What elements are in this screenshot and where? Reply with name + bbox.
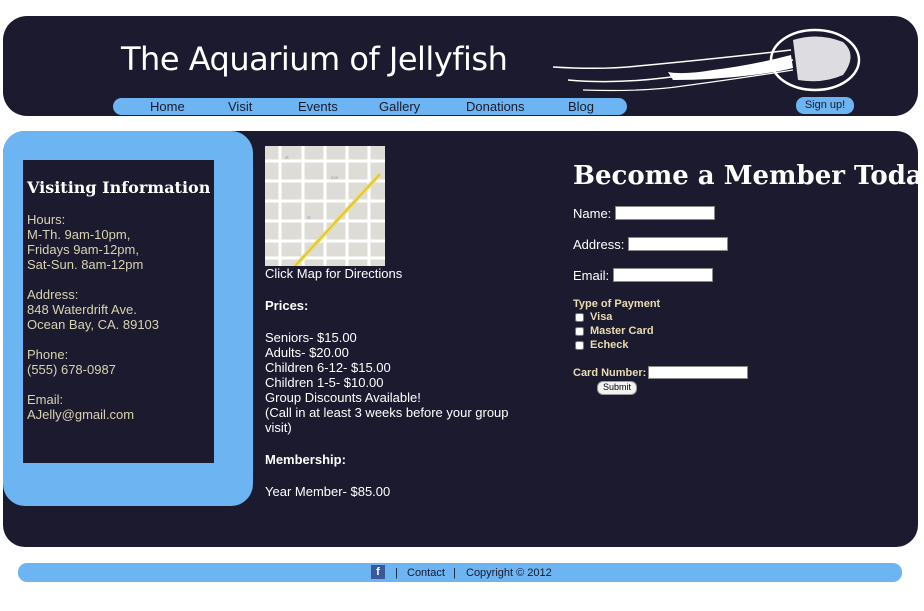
site-title: The Aquarium of Jellyfish — [121, 40, 508, 78]
nav-gallery[interactable]: Gallery — [379, 99, 420, 114]
nav-events[interactable]: Events — [298, 99, 338, 114]
mastercard-label: Master Card — [590, 325, 654, 337]
main-content: Visiting Information Hours: M-Th. 9am-10… — [3, 131, 924, 547]
phone-number: (555) 678-0987 — [27, 362, 116, 377]
visa-label: Visa — [590, 311, 613, 323]
card-number-label: Card Number: — [573, 366, 647, 379]
form-title: Become a Member Today! — [573, 161, 924, 191]
directions-map[interactable]: st ave st — [265, 146, 385, 266]
price-adults: Adults- $20.00 — [265, 345, 349, 360]
hours-weekend: Sat-Sun. 8am-12pm — [27, 257, 144, 272]
address-label: Address: — [27, 287, 79, 302]
copyright-text: Copyright © 2012 — [466, 567, 552, 579]
jellyfish-logo-icon — [552, 28, 861, 92]
nav-donations[interactable]: Donations — [466, 99, 525, 114]
prices-heading: Prices: — [265, 298, 309, 313]
membership-price: Year Member- $85.00 — [265, 484, 391, 499]
hours-friday: Fridays 9am-12pm, — [27, 242, 139, 257]
price-children-1-5: Children 1-5- $10.00 — [265, 375, 384, 390]
contact-link[interactable]: Contact — [407, 567, 445, 579]
echeck-checkbox[interactable] — [575, 340, 584, 350]
address-block: Address: 848 Waterdrift Ave. Ocean Bay, … — [27, 287, 212, 332]
nav-home[interactable]: Home — [150, 99, 185, 114]
address-field[interactable] — [628, 237, 729, 251]
site-footer: f | Contact | Copyright © 2012 — [18, 563, 902, 582]
hours-label: Hours: — [27, 212, 66, 227]
name-label: Name: — [573, 205, 612, 221]
map-caption[interactable]: Click Map for Directions — [265, 266, 535, 281]
submit-button[interactable]: Submit — [597, 381, 637, 395]
email-label: Email: — [27, 392, 64, 407]
payment-option-echeck: Echeck — [573, 338, 913, 352]
email-address: AJelly@gmail.com — [27, 407, 135, 422]
svg-text:st: st — [285, 155, 289, 160]
footer-separator: | — [395, 567, 398, 579]
prices-list: Seniors- $15.00 Adults- $20.00 Children … — [265, 330, 535, 435]
email-block: Email: AJelly@gmail.com — [27, 392, 212, 422]
address-row: Address: — [573, 236, 913, 252]
card-number-field[interactable] — [648, 366, 749, 379]
visa-checkbox[interactable] — [575, 312, 584, 322]
payment-heading: Type of Payment — [573, 298, 661, 310]
signup-button[interactable]: Sign up! — [796, 97, 854, 114]
hours-weekday: M-Th. 9am-10pm, — [27, 227, 131, 242]
prices-column: st ave st Click Map for Directions Prices:… — [265, 146, 535, 516]
facebook-icon[interactable]: f — [371, 565, 385, 579]
nav-blog[interactable]: Blog — [568, 99, 594, 114]
email-row: Email: — [573, 267, 913, 283]
visiting-details: Hours: M-Th. 9am-10pm, Fridays 9am-12pm,… — [27, 212, 212, 437]
address-street: 848 Waterdrift Ave. — [27, 302, 137, 317]
membership-heading: Membership: — [265, 452, 346, 467]
card-number-row: Card Number: — [573, 366, 913, 379]
payment-option-mastercard: Master Card — [573, 324, 913, 338]
echeck-label: Echeck — [590, 339, 629, 351]
map-image: st ave st — [265, 146, 385, 266]
email-field[interactable] — [613, 268, 714, 282]
address-field-label: Address: — [573, 236, 625, 252]
visiting-panel: Visiting Information Hours: M-Th. 9am-10… — [3, 131, 253, 506]
price-children-6-12: Children 6-12- $15.00 — [265, 360, 391, 375]
visiting-info-box: Visiting Information Hours: M-Th. 9am-10… — [23, 160, 214, 463]
name-row: Name: — [573, 205, 913, 221]
group-note: (Call in at least 3 weeks before your gr… — [265, 405, 509, 435]
group-discount: Group Discounts Available! — [265, 390, 421, 405]
hours-block: Hours: M-Th. 9am-10pm, Fridays 9am-12pm,… — [27, 212, 212, 272]
price-seniors: Seniors- $15.00 — [265, 330, 357, 345]
footer-separator: | — [453, 567, 456, 579]
address-city: Ocean Bay, CA. 89103 — [27, 317, 160, 332]
visiting-heading: Visiting Information — [27, 178, 211, 197]
mastercard-checkbox[interactable] — [575, 326, 584, 336]
svg-text:st: st — [307, 215, 311, 220]
email-field-label: Email: — [573, 267, 610, 283]
nav-visit[interactable]: Visit — [228, 99, 252, 114]
membership-form: Become a Member Today! Name: Address: Em… — [573, 161, 924, 395]
main-nav: Home Visit Events Gallery Donations Blog — [113, 98, 627, 115]
svg-text:ave: ave — [331, 175, 339, 180]
phone-block: Phone: (555) 678-0987 — [27, 347, 212, 377]
name-field[interactable] — [615, 206, 716, 220]
site-header: The Aquarium of Jellyfish Home Visit Eve… — [3, 16, 918, 116]
phone-label: Phone: — [27, 347, 69, 362]
payment-option-visa: Visa — [573, 310, 913, 324]
